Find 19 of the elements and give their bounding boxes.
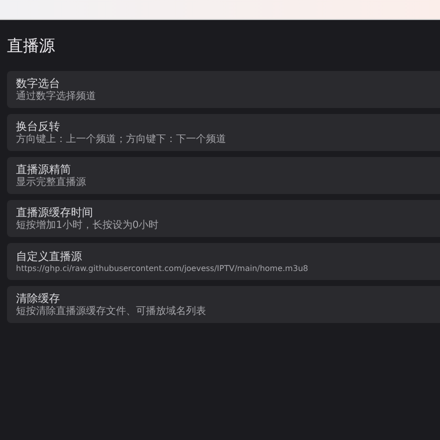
setting-title: 直播源精简: [16, 162, 72, 176]
setting-description: 方向键上：上一个频道；方向键下：下一个频道: [16, 134, 227, 146]
setting-description: 短按增加1小时，长按设为0小时: [16, 220, 160, 232]
setting-title: 直播源缓存时间: [16, 206, 94, 220]
page-title: 直播源: [7, 36, 56, 56]
setting-item[interactable]: 直播源缓存时间 短按增加1小时，长按设为0小时: [7, 200, 440, 238]
setting-description: 显示完整直播源: [16, 176, 87, 189]
setting-title: 换台反转: [16, 120, 61, 134]
setting-item[interactable]: 直播源精简 显示完整直播源: [7, 157, 440, 194]
setting-item[interactable]: 换台反转 方向键上：上一个频道；方向键下：下一个频道: [7, 114, 440, 152]
setting-item[interactable]: 数字选台 通过数字选择频道: [7, 71, 440, 108]
setting-description: 通过数字选择频道: [16, 90, 97, 103]
setting-description: 短按清除直播源缓存文件、可播放域名列表: [16, 306, 207, 318]
setting-title: 数字选台: [16, 76, 61, 90]
setting-title: 自定义直播源: [16, 250, 83, 264]
setting-title: 清除缓存: [16, 292, 61, 306]
setting-item[interactable]: 自定义直播源 https://ghp.ci/raw.githubusercontent.com/joevess/IPTV/main/home.m3u8: [7, 243, 440, 280]
setting-item[interactable]: 清除缓存 短按清除直播源缓存文件、可播放域名列表: [7, 286, 440, 324]
setting-description: https://ghp.ci/raw.githubusercontent.com/joevess/IPTV/main/home.m3u8: [16, 264, 310, 274]
